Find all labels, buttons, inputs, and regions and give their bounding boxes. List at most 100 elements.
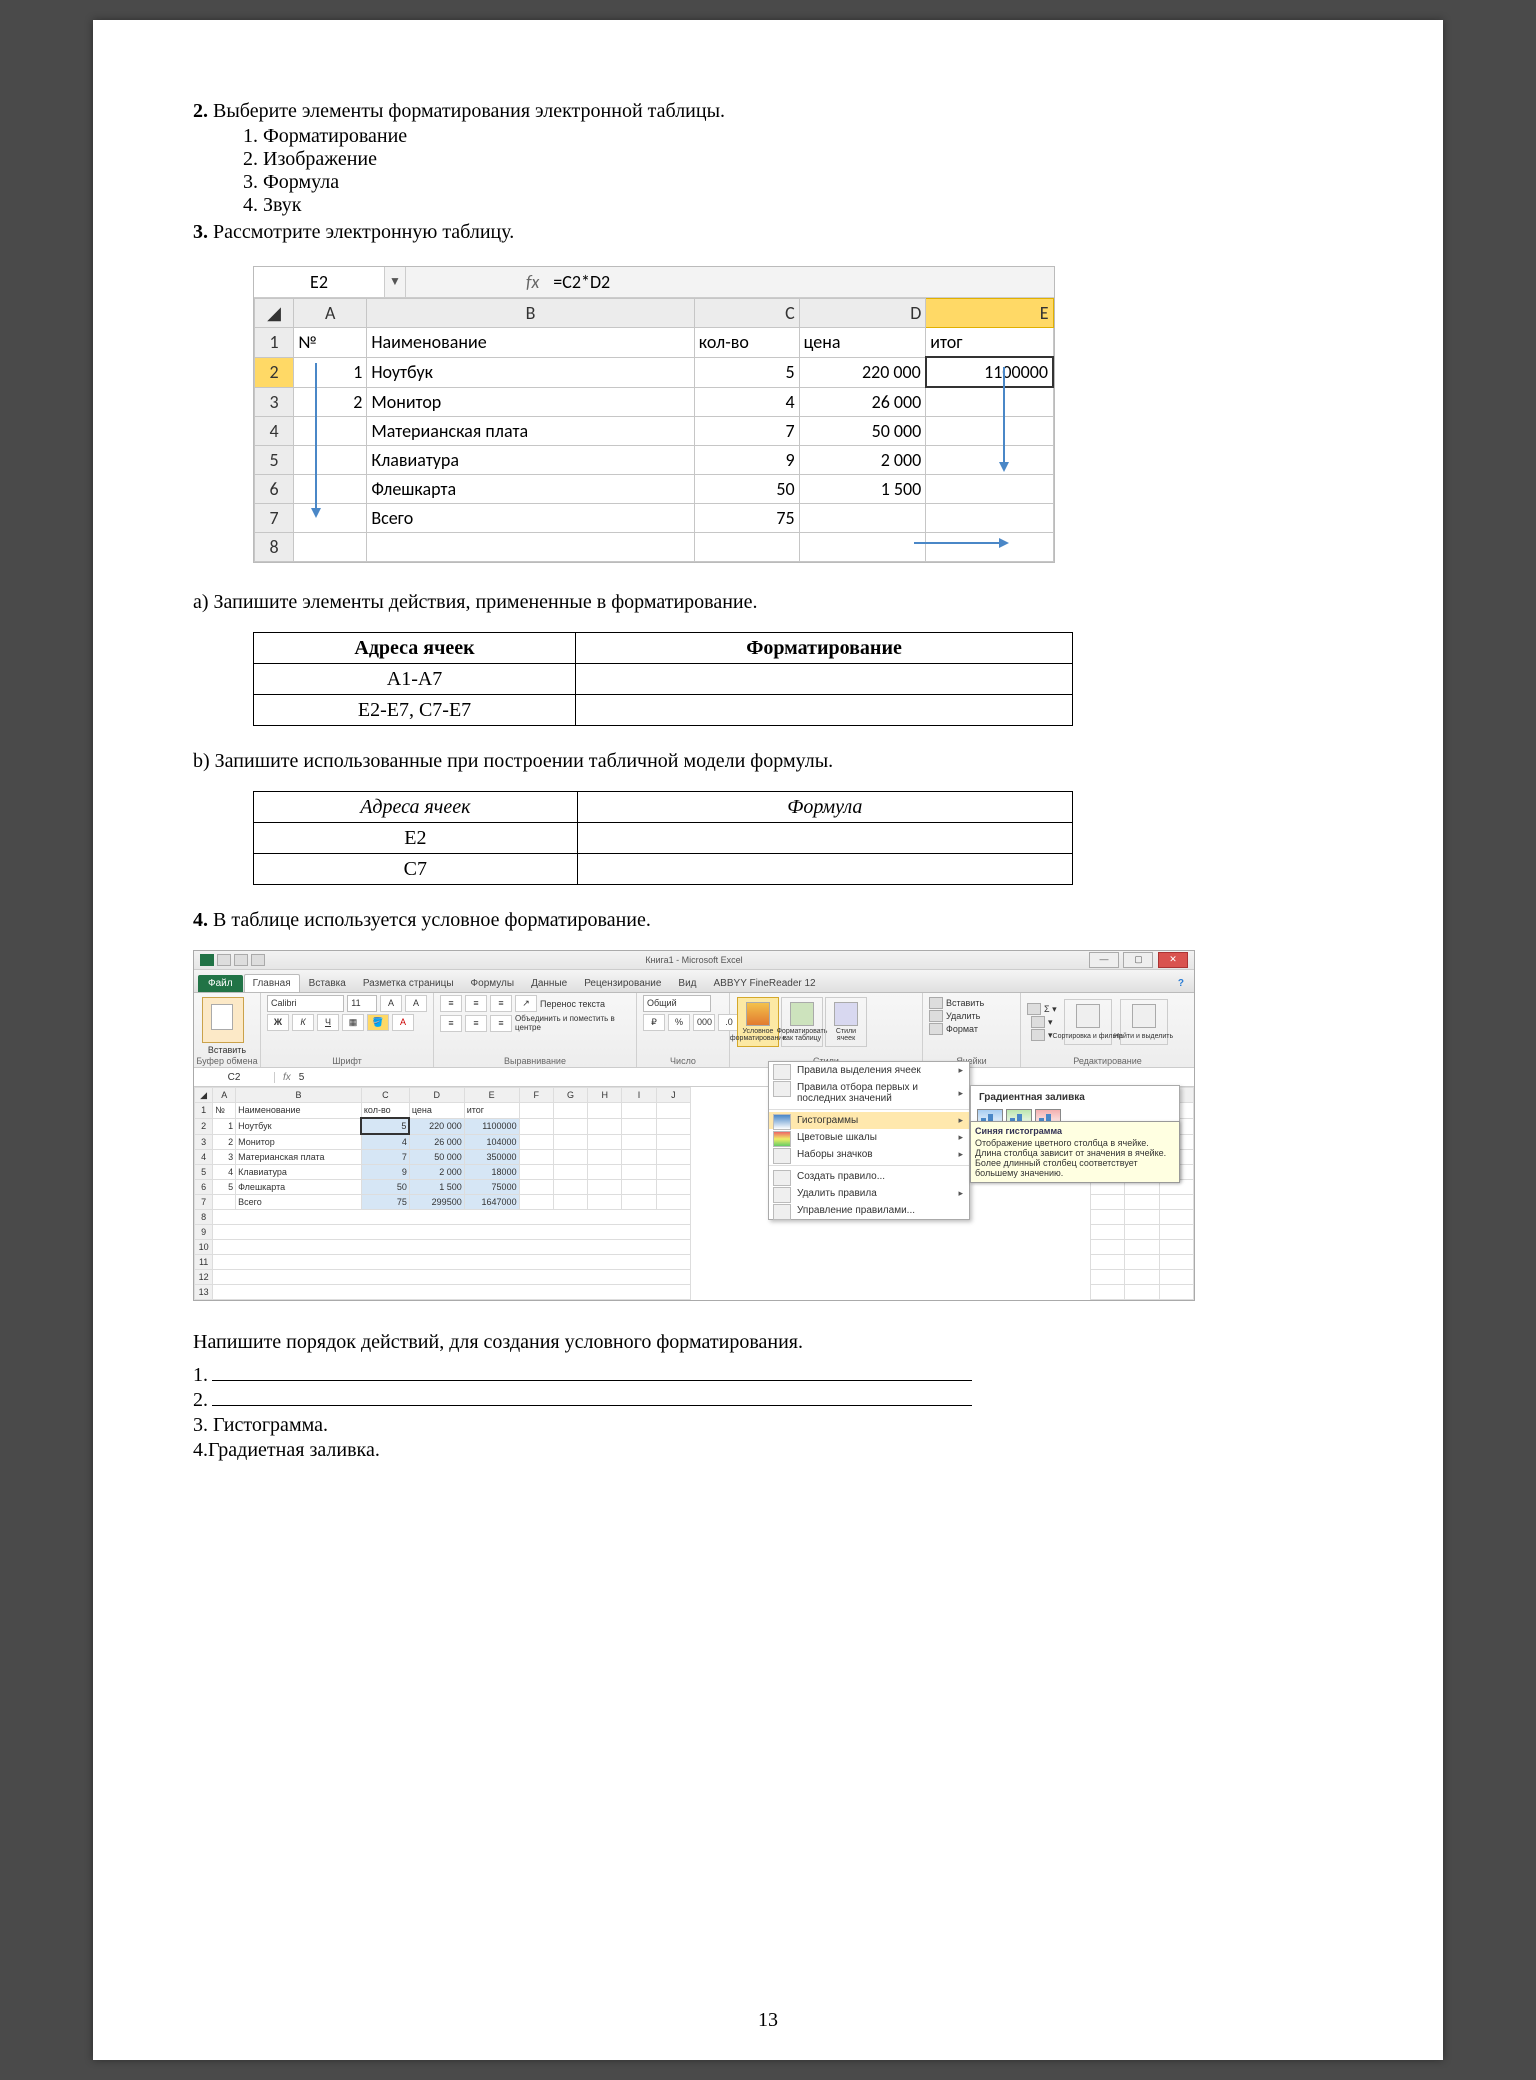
minimize-button[interactable]: — [1089, 952, 1119, 968]
align-left-icon[interactable]: ≡ [440, 1015, 462, 1032]
row-header-3: 3 [255, 387, 294, 417]
q3-part-b: b) Запишите использованные при построени… [193, 750, 1343, 773]
menu-data-bars[interactable]: Гистограммы ▸ [769, 1112, 969, 1129]
align-middle-icon[interactable]: ≡ [465, 995, 487, 1012]
chevron-right-icon: ▸ [958, 1188, 963, 1199]
increase-font-icon[interactable]: A [380, 995, 402, 1012]
paste-button[interactable] [202, 997, 244, 1043]
cell-D3: 26 000 [799, 387, 926, 417]
sort-filter-button[interactable]: Сортировка и фильтр [1064, 999, 1112, 1045]
tab-page-layout[interactable]: Разметка страницы [355, 975, 462, 992]
chevron-right-icon: ▸ [958, 1115, 963, 1126]
fill-color-button[interactable]: 🪣 [367, 1014, 389, 1031]
menu-new-rule[interactable]: Создать правило... [769, 1168, 969, 1185]
c2-E4: 350000 [464, 1150, 519, 1165]
number-format-select[interactable]: Общий [643, 995, 711, 1012]
wrap-text-button[interactable]: Перенос текста [540, 999, 605, 1009]
blank-line-1 [212, 1380, 972, 1381]
tab-view[interactable]: Вид [670, 975, 704, 992]
table-b-cell-2-1: C7 [254, 854, 578, 885]
answer-lines: 1. 2. 3. Гистограмма. 4.Градиетная залив… [193, 1364, 1343, 1462]
blank-line-2 [212, 1405, 972, 1406]
maximize-button[interactable]: ▢ [1123, 952, 1153, 968]
cell-E1: итог [926, 328, 1053, 358]
comma-icon[interactable]: 000 [693, 1014, 715, 1031]
cell-A4 [294, 417, 367, 446]
autosum-button[interactable]: Σ ▾ [1027, 1003, 1057, 1015]
percent-icon[interactable]: % [668, 1014, 690, 1031]
q4-number: 4. [193, 909, 208, 931]
menu-icon-sets[interactable]: Наборы значков ▸ [769, 1146, 969, 1163]
format-cells-button[interactable]: Формат [929, 1023, 1014, 1035]
menu-highlight-rules[interactable]: Правила выделения ячеек ▸ [769, 1062, 969, 1079]
align-right-icon[interactable]: ≡ [490, 1015, 512, 1032]
cell-styles-button[interactable]: Стили ячеек [825, 997, 867, 1047]
name-box-dropdown-icon: ▼ [385, 267, 406, 297]
menu-color-scales[interactable]: Цветовые шкалы ▸ [769, 1129, 969, 1146]
ch-E: E [464, 1088, 519, 1103]
table-a-header-2: Форматирование [576, 633, 1073, 664]
c2-C1: кол-во [361, 1103, 409, 1119]
cell-B8 [367, 533, 694, 562]
q2-text: Выберите элементы форматирования электро… [213, 100, 725, 122]
tab-formulas[interactable]: Формулы [463, 975, 523, 992]
align-top-icon[interactable]: ≡ [440, 995, 462, 1012]
fx-label-2: fx [275, 1072, 299, 1083]
merge-center-button[interactable]: Объединить и поместить в центре [515, 1014, 630, 1032]
table-a-cell-2-1: E2-E7, C7-E7 [254, 695, 576, 726]
tab-data[interactable]: Данные [523, 975, 575, 992]
chevron-right-icon: ▸ [958, 1149, 963, 1160]
cell-C2: 5 [694, 357, 799, 387]
close-button[interactable]: ✕ [1158, 952, 1188, 968]
currency-icon[interactable]: ₽ [643, 1014, 665, 1031]
row-header-5: 5 [255, 446, 294, 475]
c2-B3: Монитор [236, 1134, 362, 1150]
top-bottom-rules-icon [773, 1081, 791, 1097]
c2-B1: Наименование [236, 1103, 362, 1119]
save-icon [217, 954, 231, 966]
tab-abbyy[interactable]: ABBYY FineReader 12 [706, 975, 824, 992]
orientation-icon[interactable]: ↗ [515, 995, 537, 1012]
help-icon[interactable]: ? [1172, 975, 1190, 992]
paste-label: Вставить [200, 1045, 254, 1055]
table-a-cell-2-2 [576, 695, 1073, 726]
tab-file[interactable]: Файл [198, 975, 243, 992]
cell-D7 [799, 504, 926, 533]
fill-button[interactable]: ▾ [1031, 1016, 1053, 1028]
format-as-table-button[interactable]: Форматировать как таблицу [781, 997, 823, 1047]
italic-button[interactable]: К [292, 1014, 314, 1031]
tab-home[interactable]: Главная [244, 974, 300, 992]
font-color-button[interactable]: A [392, 1014, 414, 1031]
format-icon [929, 1023, 943, 1035]
menu-clear-rules[interactable]: Удалить правила ▸ [769, 1185, 969, 1202]
tab-review[interactable]: Рецензирование [576, 975, 669, 992]
row-header-1: 1 [255, 328, 294, 358]
clipboard-title: Буфер обмена [194, 1056, 260, 1066]
clear-button[interactable]: ▾ [1031, 1029, 1053, 1041]
conditional-formatting-button[interactable]: Условное форматирование [737, 997, 779, 1047]
cell-A1: № [294, 328, 367, 358]
menu-top-bottom-rules[interactable]: Правила отбора первых и последних значен… [769, 1079, 969, 1107]
delete-cells-button[interactable]: Удалить [929, 1010, 1014, 1022]
align-bottom-icon[interactable]: ≡ [490, 995, 512, 1012]
menu-manage-rules[interactable]: Управление правилами... [769, 1202, 969, 1219]
insert-cells-button[interactable]: Вставить [929, 997, 1014, 1009]
title-bar: Книга1 - Microsoft Excel — ▢ ✕ [194, 951, 1194, 970]
underline-button[interactable]: Ч [317, 1014, 339, 1031]
q4-prompt: Напишите порядок действий, для создания … [193, 1331, 1343, 1354]
font-size-select[interactable]: 11 [347, 995, 377, 1012]
c2-D1: цена [409, 1103, 464, 1119]
app-title: Книга1 - Microsoft Excel [194, 955, 1194, 965]
font-name-select[interactable]: Calibri [267, 995, 344, 1012]
decrease-font-icon[interactable]: A [405, 995, 427, 1012]
bold-button[interactable]: Ж [267, 1014, 289, 1031]
border-button[interactable]: ▦ [342, 1014, 364, 1031]
find-select-button[interactable]: Найти и выделить [1120, 999, 1168, 1045]
col-header-C: C [694, 299, 799, 328]
align-center-icon[interactable]: ≡ [465, 1015, 487, 1032]
tab-insert[interactable]: Вставка [301, 975, 354, 992]
cell-D2: 220 000 [799, 357, 926, 387]
c2-E5: 18000 [464, 1165, 519, 1180]
excel-screenshot-1: E2 ▼ fx =C2*D2 ◢ A B C D E 1 № Наименова… [253, 266, 1055, 563]
c2-C7: 75 [361, 1195, 409, 1210]
